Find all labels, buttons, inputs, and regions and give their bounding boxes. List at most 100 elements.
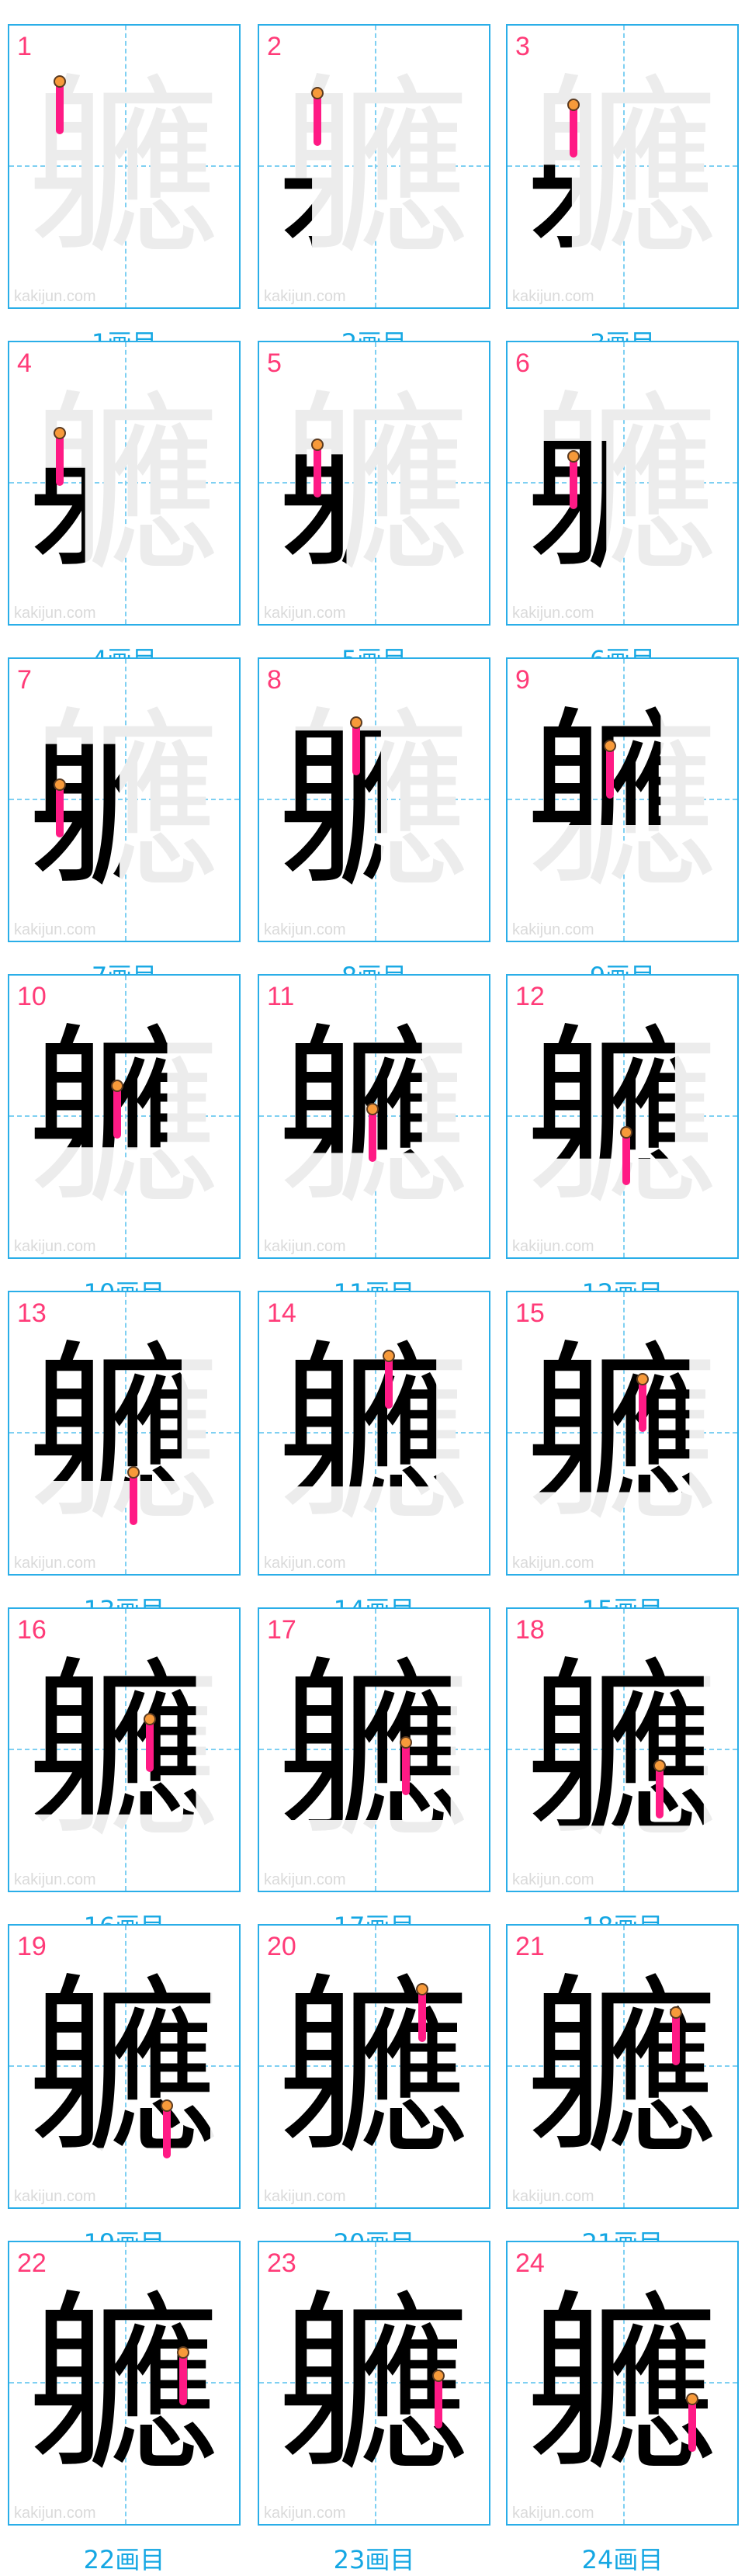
stroke-number: 10 <box>17 982 47 1011</box>
stroke-cell: 軈軈 6 kakijun.com <box>506 341 739 626</box>
stroke-start-dot <box>311 87 324 99</box>
stroke-number: 9 <box>515 665 530 695</box>
current-stroke <box>570 455 577 509</box>
stroke-cell: 軈軈 16 kakijun.com <box>8 1607 241 1892</box>
current-stroke <box>639 1378 647 1432</box>
current-stroke <box>130 1471 138 1525</box>
watermark: kakijun.com <box>264 288 346 305</box>
watermark: kakijun.com <box>264 1238 346 1255</box>
stroke-cell: 軈軈 15 kakijun.com <box>506 1291 739 1576</box>
watermark: kakijun.com <box>512 1238 594 1255</box>
stroke-cell: 軈軈 18 kakijun.com <box>506 1607 739 1892</box>
current-stroke <box>401 1741 410 1795</box>
watermark: kakijun.com <box>14 921 96 938</box>
watermark: kakijun.com <box>512 2505 594 2522</box>
stroke-start-dot <box>54 778 66 791</box>
drawn-strokes: 軈 <box>525 2273 719 2498</box>
watermark: kakijun.com <box>14 1238 96 1255</box>
stroke-number: 21 <box>515 1932 545 1961</box>
drawn-strokes: 軈 <box>277 2273 471 2498</box>
current-stroke <box>56 432 64 486</box>
watermark: kakijun.com <box>512 1871 594 1888</box>
stroke-number: 20 <box>267 1932 296 1961</box>
stroke-cell: 軈軈 22 kakijun.com <box>8 2241 241 2526</box>
stroke-cell: 軈 1 kakijun.com <box>8 24 241 309</box>
stroke-cell: 軈軈 3 kakijun.com <box>506 24 739 309</box>
current-stroke <box>56 80 64 134</box>
stroke-cell: 軈軈 14 kakijun.com <box>258 1291 490 1576</box>
stroke-cell: 軈軈 20 kakijun.com <box>258 1924 490 2209</box>
stroke-cell: 軈軈 5 kakijun.com <box>258 341 490 626</box>
stroke-start-dot <box>431 2370 445 2382</box>
watermark: kakijun.com <box>264 2505 346 2522</box>
stroke-cell: 軈軈 21 kakijun.com <box>506 1924 739 2209</box>
stroke-number: 6 <box>515 348 530 378</box>
current-stroke <box>146 1718 154 1772</box>
stroke-cell: 軈軈 24 kakijun.com <box>506 2241 739 2526</box>
watermark: kakijun.com <box>512 1555 594 1572</box>
current-stroke <box>622 1131 631 1185</box>
stroke-start-dot <box>604 740 617 752</box>
ghost-character: 軈 <box>27 56 221 282</box>
drawn-strokes: 軈 <box>525 1956 719 2182</box>
stroke-start-dot <box>669 2006 682 2019</box>
stroke-number: 12 <box>515 982 545 1011</box>
stroke-cell: 軈軈 7 kakijun.com <box>8 657 241 942</box>
stroke-start-dot <box>653 1760 666 1772</box>
stroke-cell: 軈軈 4 kakijun.com <box>8 341 241 626</box>
stroke-cell: 軈軈 19 kakijun.com <box>8 1924 241 2209</box>
stroke-cell: 軈軈 12 kakijun.com <box>506 974 739 1259</box>
stroke-number: 23 <box>267 2248 296 2278</box>
stroke-number: 8 <box>267 665 282 695</box>
stroke-start-dot <box>111 1080 124 1092</box>
watermark: kakijun.com <box>512 2188 594 2205</box>
stroke-number: 18 <box>515 1615 545 1645</box>
stroke-number: 24 <box>515 2248 545 2278</box>
stroke-number: 13 <box>17 1298 47 1328</box>
current-stroke <box>570 103 577 158</box>
watermark: kakijun.com <box>264 1871 346 1888</box>
watermark: kakijun.com <box>264 2188 346 2205</box>
stroke-number: 1 <box>17 32 32 61</box>
stroke-number: 19 <box>17 1932 47 1961</box>
watermark: kakijun.com <box>14 2505 96 2522</box>
stroke-number: 11 <box>267 982 295 1011</box>
current-stroke <box>385 1354 393 1409</box>
watermark: kakijun.com <box>14 1555 96 1572</box>
current-stroke <box>162 2104 171 2158</box>
watermark: kakijun.com <box>512 605 594 622</box>
stroke-cell: 軈軈 23 kakijun.com <box>258 2241 490 2526</box>
current-stroke <box>352 721 360 775</box>
current-stroke <box>418 1988 426 2042</box>
stroke-start-dot <box>567 99 580 111</box>
stroke-cell: 軈軈 8 kakijun.com <box>258 657 490 942</box>
stroke-cell: 軈軈 11 kakijun.com <box>258 974 490 1259</box>
stroke-start-dot <box>567 450 580 463</box>
stroke-cell: 軈軈 17 kakijun.com <box>258 1607 490 1892</box>
stroke-start-dot <box>350 716 362 729</box>
current-stroke <box>314 92 321 146</box>
stroke-number: 2 <box>267 32 282 61</box>
watermark: kakijun.com <box>512 288 594 305</box>
stroke-number: 17 <box>267 1615 296 1645</box>
watermark: kakijun.com <box>14 2188 96 2205</box>
stroke-start-dot <box>54 427 66 439</box>
current-stroke <box>434 2374 442 2429</box>
stroke-label: 24画目 <box>581 2545 664 2574</box>
watermark: kakijun.com <box>512 921 594 938</box>
stroke-number: 16 <box>17 1615 47 1645</box>
stroke-number: 5 <box>267 348 282 378</box>
current-stroke <box>113 1084 122 1139</box>
stroke-number: 22 <box>17 2248 47 2278</box>
stroke-cell: 軈軈 10 kakijun.com <box>8 974 241 1259</box>
stroke-number: 7 <box>17 665 32 695</box>
stroke-start-dot <box>54 75 66 88</box>
current-stroke <box>178 2351 187 2405</box>
stroke-number: 15 <box>515 1298 545 1328</box>
stroke-start-dot <box>311 439 324 451</box>
watermark: kakijun.com <box>264 605 346 622</box>
stroke-cell: 軈軈 13 kakijun.com <box>8 1291 241 1576</box>
watermark: kakijun.com <box>264 921 346 938</box>
stroke-label: 22画目 <box>83 2545 165 2574</box>
stroke-start-dot <box>415 1983 428 1995</box>
